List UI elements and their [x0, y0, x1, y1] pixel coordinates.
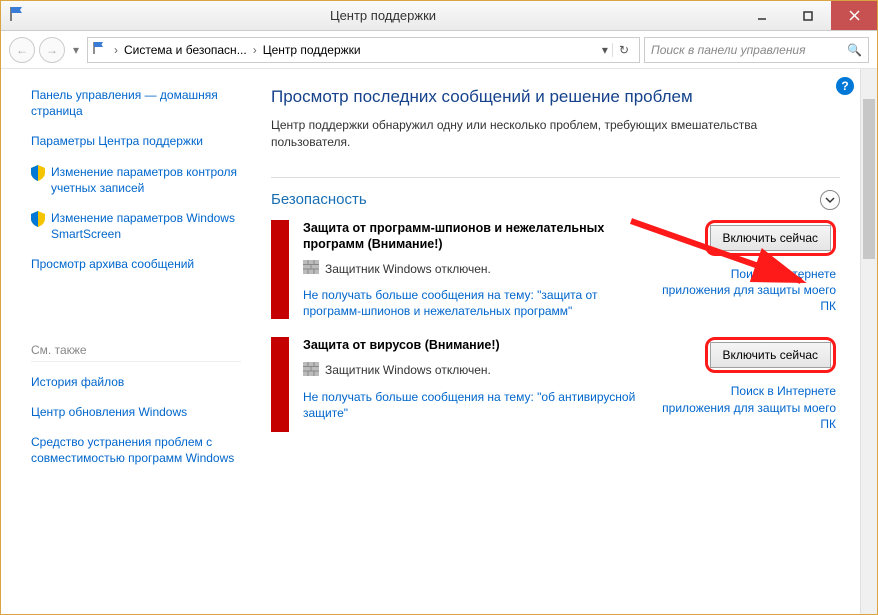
scrollbar-thumb[interactable]	[863, 99, 875, 259]
help-icon[interactable]: ?	[836, 77, 854, 95]
page-title: Просмотр последних сообщений и решение п…	[271, 87, 840, 107]
annotation-highlight: Включить сейчас	[705, 220, 836, 256]
main-content: ? Просмотр последних сообщений и решение…	[251, 69, 860, 614]
wall-icon	[303, 362, 319, 379]
severity-bar	[271, 337, 289, 432]
dismiss-link[interactable]: Не получать больше сообщения на тему: "о…	[303, 389, 649, 421]
severity-bar	[271, 220, 289, 320]
alert-card: Защита от вирусов (Внимание!) Защитник W…	[271, 337, 840, 432]
shield-icon	[31, 165, 45, 185]
flag-icon	[9, 6, 27, 25]
sidebar-seealso-compat[interactable]: Средство устранения проблем с совместимо…	[31, 434, 241, 466]
dismiss-link[interactable]: Не получать больше сообщения на тему: "з…	[303, 287, 649, 319]
search-input[interactable]: Поиск в панели управления 🔍	[644, 37, 869, 63]
maximize-button[interactable]	[785, 1, 831, 30]
sidebar-link-archive[interactable]: Просмотр архива сообщений	[31, 256, 241, 272]
forward-button[interactable]: →	[39, 37, 65, 63]
page-subtext: Центр поддержки обнаружил одну или неско…	[271, 117, 771, 151]
alert-title: Защита от программ-шпионов и нежелательн…	[303, 220, 649, 253]
breadcrumb-item[interactable]: Система и безопасн...	[124, 43, 247, 57]
window-title: Центр поддержки	[27, 8, 739, 23]
enable-now-button[interactable]: Включить сейчас	[710, 225, 831, 251]
history-dropdown-icon[interactable]: ▾	[69, 43, 83, 57]
chevron-right-icon: ›	[112, 43, 120, 57]
sidebar: Панель управления — домашняя страница Па…	[1, 69, 251, 614]
alert-status: Защитник Windows отключен.	[303, 260, 649, 277]
scrollbar[interactable]	[860, 69, 877, 614]
sidebar-link-smartscreen[interactable]: Изменение параметров Windows SmartScreen	[31, 210, 241, 242]
sidebar-link-settings[interactable]: Параметры Центра поддержки	[31, 133, 241, 149]
chevron-right-icon: ›	[251, 43, 259, 57]
close-button[interactable]	[831, 1, 877, 30]
alert-title: Защита от вирусов (Внимание!)	[303, 337, 649, 353]
sidebar-link-home[interactable]: Панель управления — домашняя страница	[31, 87, 241, 119]
back-button[interactable]: ←	[9, 37, 35, 63]
sidebar-link-uac[interactable]: Изменение параметров контроля учетных за…	[31, 164, 241, 196]
wall-icon	[303, 260, 319, 277]
minimize-button[interactable]	[739, 1, 785, 30]
search-online-link[interactable]: Поиск в Интернете приложения для защиты …	[661, 383, 836, 432]
sidebar-seealso-update[interactable]: Центр обновления Windows	[31, 404, 241, 420]
sidebar-seealso-history[interactable]: История файлов	[31, 374, 241, 390]
shield-icon	[31, 211, 45, 231]
annotation-highlight: Включить сейчас	[705, 337, 836, 373]
breadcrumb-item[interactable]: Центр поддержки	[263, 43, 361, 57]
titlebar: Центр поддержки	[1, 1, 877, 31]
chevron-down-icon[interactable]	[820, 190, 840, 210]
refresh-icon[interactable]: ↻	[612, 43, 635, 57]
toolbar: ← → ▾ › Система и безопасн... › Центр по…	[1, 31, 877, 69]
window-buttons	[739, 1, 877, 30]
section-label: Безопасность	[271, 191, 820, 208]
alert-card: Защита от программ-шпионов и нежелательн…	[271, 220, 840, 320]
enable-now-button[interactable]: Включить сейчас	[710, 342, 831, 368]
dropdown-icon[interactable]: ▾	[602, 43, 608, 57]
address-bar[interactable]: › Система и безопасн... › Центр поддержк…	[87, 37, 640, 63]
flag-icon	[92, 41, 108, 58]
search-placeholder: Поиск в панели управления	[651, 43, 847, 57]
see-also-label: См. также	[31, 343, 241, 362]
search-online-link[interactable]: Поиск в Интернете приложения для защиты …	[661, 266, 836, 315]
alert-status: Защитник Windows отключен.	[303, 362, 649, 379]
section-header[interactable]: Безопасность	[271, 177, 840, 210]
search-icon: 🔍	[847, 43, 862, 57]
